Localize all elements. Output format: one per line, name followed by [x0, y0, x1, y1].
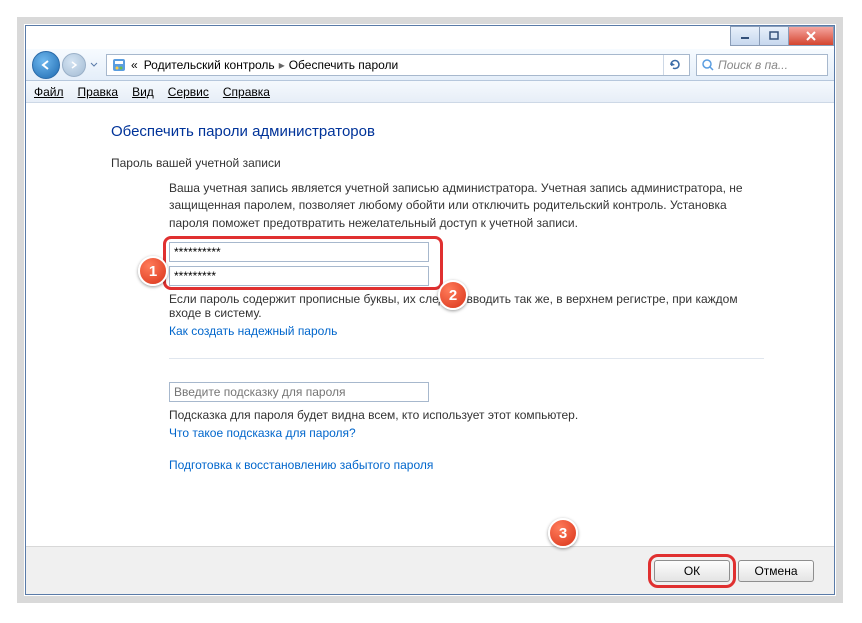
refresh-button[interactable]: [663, 55, 685, 75]
divider: [169, 358, 764, 374]
maximize-button[interactable]: [759, 26, 789, 46]
tutorial-marker-3: 3: [548, 518, 578, 548]
control-panel-icon: [111, 57, 127, 73]
password-hint-input[interactable]: [169, 382, 429, 402]
menu-help[interactable]: Справка: [223, 85, 270, 99]
section-label: Пароль вашей учетной записи: [111, 156, 764, 170]
link-what-is-hint[interactable]: Что такое подсказка для пароля?: [169, 426, 356, 440]
page-title: Обеспечить пароли администраторов: [111, 123, 764, 140]
link-password-recovery[interactable]: Подготовка к восстановлению забытого пар…: [169, 458, 433, 472]
menu-tools[interactable]: Сервис: [168, 85, 209, 99]
ok-button-wrap: ОК: [654, 560, 730, 582]
confirm-password-input[interactable]: [169, 266, 429, 286]
close-button[interactable]: [788, 26, 834, 46]
hint-visibility-note: Подсказка для пароля будет видна всем, к…: [169, 408, 764, 422]
menu-view[interactable]: Вид: [132, 85, 154, 99]
cancel-button[interactable]: Отмена: [738, 560, 814, 582]
body-text: Ваша учетная запись является учетной зап…: [169, 180, 764, 232]
footer: ОК Отмена: [26, 546, 834, 594]
menu-file[interactable]: Файл: [34, 85, 64, 99]
link-strong-password[interactable]: Как создать надежный пароль: [169, 324, 337, 338]
password-fields-group: [169, 242, 441, 286]
nav-forward-button[interactable]: [62, 53, 86, 77]
password-input[interactable]: [169, 242, 429, 262]
tutorial-marker-1: 1: [138, 256, 168, 286]
chevron-down-icon: [90, 62, 98, 68]
nav-back-button[interactable]: [32, 51, 60, 79]
ok-button[interactable]: ОК: [654, 560, 730, 582]
breadcrumb-item-parental[interactable]: Родительский контроль: [144, 58, 275, 72]
nav-history-dropdown[interactable]: [88, 53, 100, 77]
tutorial-marker-2: 2: [438, 280, 468, 310]
breadcrumb-item-passwords[interactable]: Обеспечить пароли: [289, 58, 399, 72]
search-input[interactable]: Поиск в па...: [696, 54, 828, 76]
arrow-left-icon: [40, 59, 52, 71]
tutorial-frame: « Родительский контроль ▸ Обеспечить пар…: [17, 17, 843, 603]
maximize-icon: [769, 31, 779, 41]
arrow-right-icon: [69, 60, 79, 70]
content-area: Обеспечить пароли администраторов Пароль…: [26, 103, 834, 546]
menu-edit[interactable]: Правка: [78, 85, 119, 99]
address-bar[interactable]: « Родительский контроль ▸ Обеспечить пар…: [106, 54, 690, 76]
search-placeholder: Поиск в па...: [718, 58, 788, 72]
chevron-right-icon: ▸: [279, 58, 285, 72]
refresh-icon: [668, 58, 682, 72]
search-icon: [701, 58, 715, 72]
navbar: « Родительский контроль ▸ Обеспечить пар…: [26, 49, 834, 81]
minimize-icon: [740, 31, 750, 41]
close-icon: [805, 31, 817, 41]
breadcrumb-prefix: «: [131, 58, 138, 72]
minimize-button[interactable]: [730, 26, 760, 46]
window: « Родительский контроль ▸ Обеспечить пар…: [25, 25, 835, 595]
titlebar-controls: [731, 26, 834, 46]
menubar: Файл Правка Вид Сервис Справка: [26, 81, 834, 103]
